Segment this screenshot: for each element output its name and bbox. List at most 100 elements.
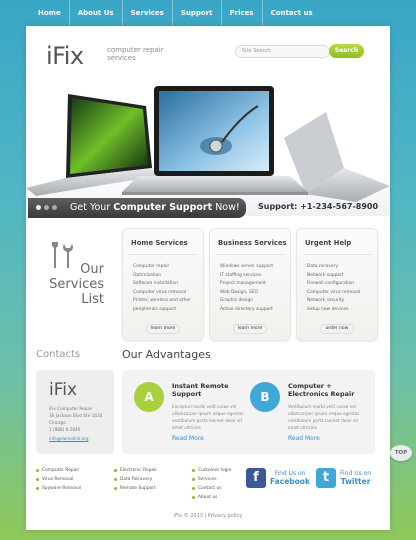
laptops-illustration <box>26 86 390 202</box>
footer-link-label: Spyware Removal <box>42 486 82 491</box>
nav-support[interactable]: Support <box>173 0 222 26</box>
banner-text-prefix: Get Your <box>70 202 111 213</box>
divider <box>129 254 197 255</box>
nav-prices[interactable]: Prices <box>222 0 263 26</box>
footer-link[interactable]: Spyware Removal <box>36 484 100 493</box>
service-item[interactable]: Graphic design <box>220 297 273 306</box>
advantage-item: B Computer + Electronics Repair Vestibul… <box>238 378 360 452</box>
badge-b: B <box>250 382 280 412</box>
page-container: iFix computer repair services Site Searc… <box>26 26 390 530</box>
twitter-text: Find Us on Twitter <box>340 470 371 487</box>
bullet-icon <box>36 469 39 472</box>
service-item[interactable]: Computer repair <box>133 263 191 272</box>
bullet-icon <box>192 487 195 490</box>
service-item[interactable]: Firewall configuration <box>307 280 360 289</box>
facebook-text: Find Us on Facebook <box>270 470 310 487</box>
twitter-icon: t <box>316 468 336 488</box>
service-item[interactable]: Setup new devices <box>307 306 360 315</box>
footer-link[interactable]: Virus Removal <box>36 475 100 484</box>
learn-more-button[interactable]: learn more <box>233 324 267 334</box>
nav-services[interactable]: Services <box>123 0 173 26</box>
bullet-icon <box>192 469 195 472</box>
hero-image <box>26 76 390 216</box>
footer-link[interactable]: About us <box>192 493 256 502</box>
service-box-title: Business Services <box>218 239 287 247</box>
contact-card: iFix iFix Computer Repair 30 Jackson Blv… <box>36 370 114 454</box>
footer-links: Computer Repair Virus Removal Spyware Re… <box>36 466 256 502</box>
facebook-link[interactable]: f Find Us on Facebook <box>246 468 310 488</box>
back-to-top-button[interactable]: TOP <box>390 445 412 461</box>
logo[interactable]: iFix <box>46 42 84 70</box>
footer-link[interactable]: Data Recovery <box>114 475 178 484</box>
bullet-icon <box>36 478 39 481</box>
read-more-link[interactable]: Read More <box>288 435 320 442</box>
badge-a: A <box>134 382 164 412</box>
service-item[interactable]: Data recovery <box>307 263 360 272</box>
support-phone: Support: +1-234-567-8900 <box>258 202 379 211</box>
service-item[interactable]: Project management <box>220 280 273 289</box>
footer-link[interactable]: Remote Support <box>114 484 178 493</box>
service-box-title: Urgent Help <box>305 239 352 247</box>
advantages-box: A Instant Remote Support Excepturi morbi… <box>122 370 375 454</box>
divider <box>303 254 371 255</box>
service-item[interactable]: Active directory support <box>220 306 273 315</box>
search-input[interactable]: Site Search <box>235 45 330 58</box>
service-box-urgent: Urgent Help Data recovery Network suppor… <box>296 228 378 341</box>
bullet-icon <box>114 478 117 481</box>
service-box-title: Home Services <box>131 239 188 247</box>
service-item[interactable]: Network security <box>307 297 360 306</box>
service-item[interactable]: Software installation <box>133 280 191 289</box>
nav-home[interactable]: Home <box>30 0 70 26</box>
service-list: Windows server support IT staffing servi… <box>220 263 273 315</box>
bullet-icon <box>114 469 117 472</box>
service-item[interactable]: Optimization <box>133 272 191 281</box>
footer-link[interactable]: Electronic Repair <box>114 466 178 475</box>
order-now-button[interactable]: order now <box>320 324 354 334</box>
footer-link-label: Computer Repair <box>42 468 80 473</box>
contact-email-link[interactable]: info@demolink.org <box>49 436 89 441</box>
nav-about-us[interactable]: About Us <box>70 0 123 26</box>
bullet-icon <box>36 487 39 490</box>
service-item[interactable]: Web Design, SEO <box>220 289 273 298</box>
service-item[interactable]: Windows server support <box>220 263 273 272</box>
slider-dot[interactable] <box>36 205 41 210</box>
twitter-line2: Twitter <box>340 476 371 486</box>
advantages-title: Our Advantages <box>122 348 211 361</box>
facebook-line2: Facebook <box>270 476 310 486</box>
slider-dot[interactable] <box>52 205 57 210</box>
footer-link-label: Electronic Repair <box>120 468 158 473</box>
slider-dot[interactable] <box>44 205 49 210</box>
footer-link-label: Virus Removal <box>42 477 74 482</box>
footer-col: Computer Repair Virus Removal Spyware Re… <box>36 466 100 502</box>
service-item[interactable]: Computer virus removal <box>307 289 360 298</box>
service-box-business: Business Services Windows server support… <box>209 228 291 341</box>
banner-text-suffix: Now! <box>215 202 240 213</box>
contact-phone: 1 (888) 6-2840 <box>49 427 81 432</box>
twitter-link[interactable]: t Find Us on Twitter <box>316 468 371 488</box>
service-box-home: Home Services Computer repair Optimizati… <box>122 228 204 341</box>
contact-company: iFix Computer Repair <box>49 406 93 411</box>
learn-more-button[interactable]: learn more <box>146 324 180 334</box>
service-item[interactable]: Network support <box>307 272 360 281</box>
footer-link-label: About us <box>198 495 218 500</box>
service-item[interactable]: Printer, wireless and other <box>133 297 191 306</box>
search-button[interactable]: Search <box>329 44 364 58</box>
bullet-icon <box>192 478 195 481</box>
advantage-item: A Instant Remote Support Excepturi morbi… <box>122 378 244 452</box>
services-title: Our Services List <box>49 262 104 307</box>
service-item[interactable]: Computer virus removal <box>133 289 191 298</box>
advantage-body: Vestibulum morbi velit curae vel ullamco… <box>288 404 360 430</box>
footer-link-label: Contact us <box>198 486 222 491</box>
banner-text: Get Your Computer Support Now! <box>70 202 240 213</box>
slider-dots <box>36 205 57 210</box>
bullet-icon <box>114 487 117 490</box>
footer-link-label: Customer login <box>198 468 232 473</box>
read-more-link[interactable]: Read More <box>172 435 204 442</box>
service-item[interactable]: peripherals support <box>133 306 191 315</box>
contact-address: 30 Jackson Blvd Ste 1620 <box>49 413 103 418</box>
contacts-title: Contacts <box>36 349 81 360</box>
service-item[interactable]: IT staffing services <box>220 272 273 281</box>
footer-link[interactable]: Computer Repair <box>36 466 100 475</box>
nav-contact-us[interactable]: Contact us <box>263 0 321 26</box>
promo-banner: Get Your Computer Support Now! <box>28 198 246 218</box>
